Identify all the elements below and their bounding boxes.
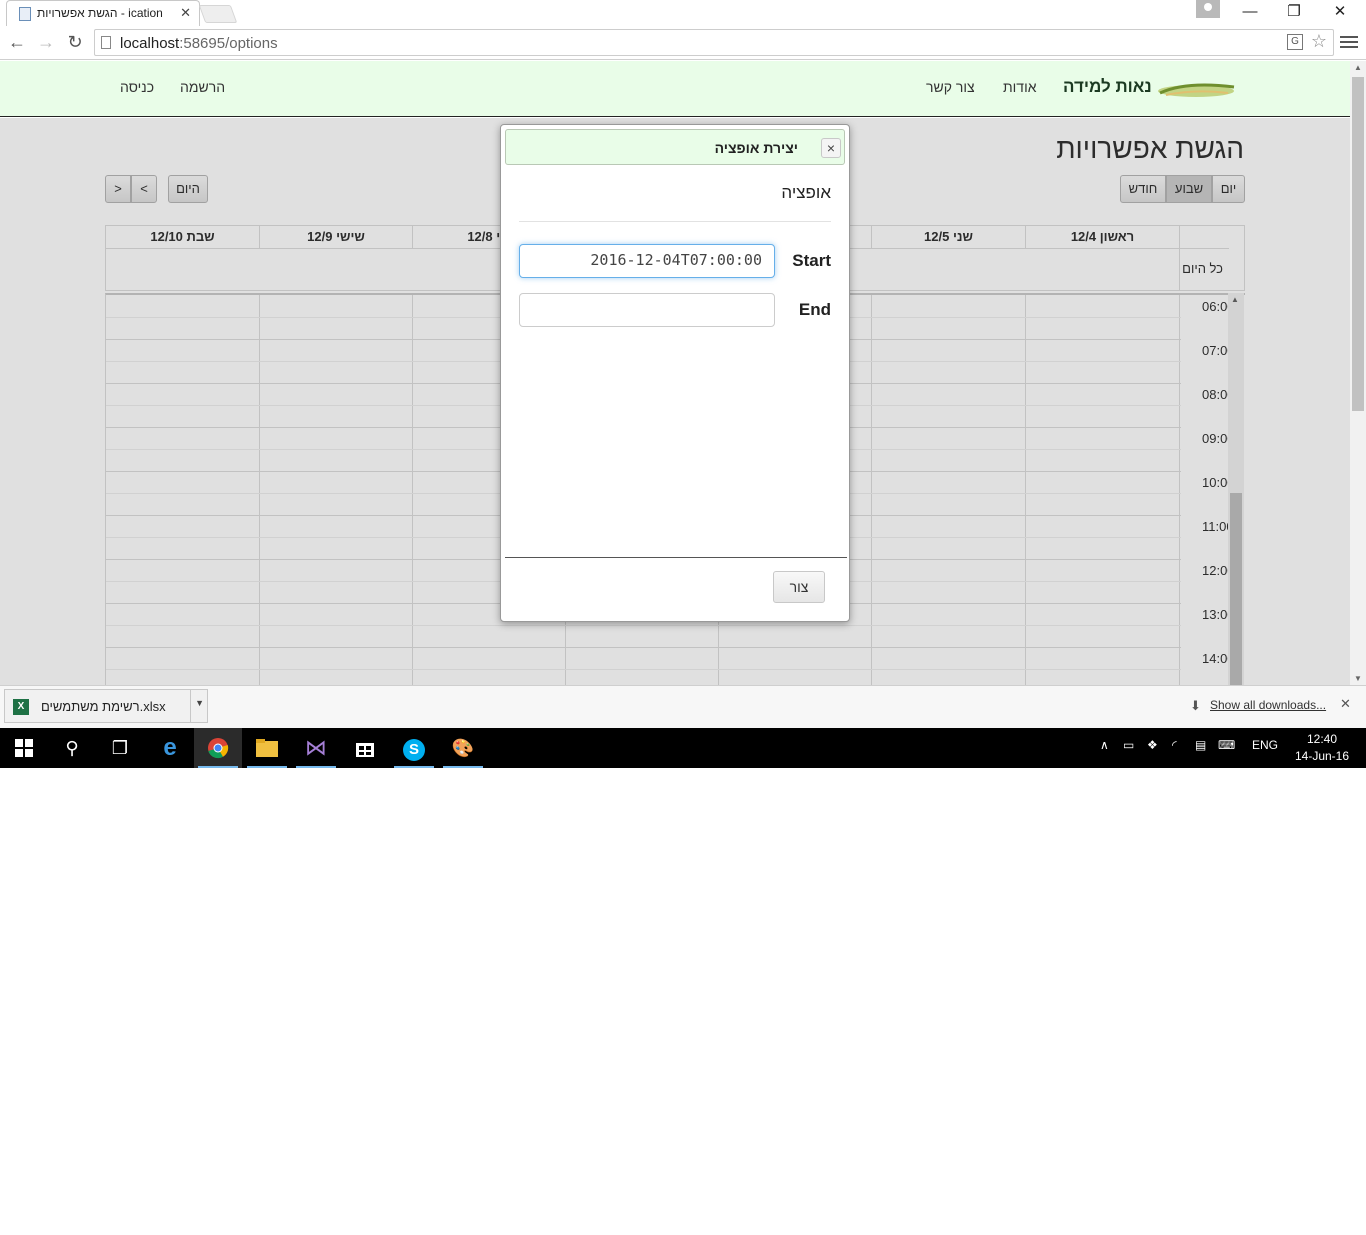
profile-icon[interactable] [1196,0,1220,18]
skype-icon[interactable]: S [390,728,438,768]
language-indicator[interactable]: ENG [1252,738,1278,752]
download-arrow-icon: ⬇ [1190,698,1201,713]
browser-tab[interactable]: הגשת אפשרויות - ication ✕ [6,0,200,26]
keyboard-icon[interactable]: ⌨ [1218,738,1235,752]
window-close-button[interactable]: ✕ [1318,2,1362,22]
start-input[interactable]: 2016-12-04T07:00:00 [519,244,775,278]
start-icon[interactable] [0,728,48,768]
page-scroll-thumb[interactable] [1352,77,1364,411]
start-label: Start [792,251,831,270]
end-input[interactable] [519,293,775,327]
create-button[interactable]: צור [773,571,825,603]
tab-title: הגשת אפשרויות - ication [37,6,163,20]
excel-file-icon: X [13,699,29,715]
minimize-button[interactable]: — [1228,2,1272,22]
back-icon[interactable]: ← [5,30,29,54]
scroll-down-icon[interactable]: ▼ [1354,674,1362,683]
store-icon[interactable] [341,728,389,768]
new-tab-button[interactable] [198,5,238,23]
dialog-close-icon[interactable]: × [821,138,841,158]
notifications-icon[interactable]: ▤ [1195,738,1206,752]
clock-time: 12:40 [1306,732,1338,746]
clock-date: 14-Jun-16 [1294,749,1350,763]
wifi-icon[interactable]: ◜ [1172,738,1177,752]
bookmark-star-icon[interactable]: ☆ [1311,31,1327,52]
show-all-downloads-link[interactable]: Show all downloads... [1210,698,1326,712]
nav-link-contact[interactable]: צור קשר [926,79,975,95]
nav-link-about[interactable]: אודות [1003,79,1037,95]
reload-icon[interactable]: ↻ [63,30,87,54]
edge-icon[interactable]: e [146,728,194,768]
tray-chevron-icon[interactable]: ∧ [1100,738,1109,752]
chrome-icon[interactable] [194,728,242,768]
nav-link-register[interactable]: הרשמה [180,79,225,95]
site-logo-icon[interactable] [1156,79,1236,101]
site-brand[interactable]: נאות למידה [1063,77,1152,97]
taskbar-clock[interactable]: 12:40 14-Jun-16 [1292,731,1352,765]
site-navbar: נאות למידה אודות צור קשר הרשמה כניסה [0,61,1350,117]
address-bar[interactable]: localhost:58695/options G ☆ [94,29,1334,56]
nav-link-login[interactable]: כניסה [120,79,154,95]
browser-menu-icon[interactable] [1340,33,1358,51]
page-icon [101,36,111,49]
task-view-icon[interactable]: ❐ [96,728,144,768]
page-scrollbar[interactable]: ▲ ▼ [1350,61,1366,685]
address-url: localhost:58695/options [120,35,278,52]
paint-icon[interactable]: 🎨 [439,728,487,768]
download-menu-chevron-icon[interactable]: ▼ [195,698,204,708]
end-label: End [798,300,831,319]
scroll-up-icon[interactable]: ▲ [1354,63,1362,72]
dialog-divider [519,221,831,222]
translate-icon[interactable]: G [1287,34,1303,50]
restore-button[interactable]: ❐ [1272,2,1316,22]
dialog-title: יצירת אופציה [714,140,798,156]
dropbox-icon[interactable]: ❖ [1147,738,1158,752]
create-option-dialog: × יצירת אופציה אופציה Start 2016-12-04T0… [500,124,850,622]
page-favicon-icon [19,7,31,21]
file-explorer-icon[interactable] [243,728,291,768]
visual-studio-icon[interactable]: ⋈ [292,728,340,768]
download-item[interactable]: X רשימת משתמשים.xlsx ▼ [4,689,208,723]
battery-icon[interactable]: ▭ [1123,738,1134,752]
download-divider [190,690,191,722]
download-filename: רשימת משתמשים.xlsx [41,699,166,714]
downloads-close-icon[interactable]: ✕ [1340,696,1351,712]
dialog-heading: אופציה [781,183,831,202]
dialog-header: × יצירת אופציה [505,129,845,165]
forward-icon[interactable]: → [34,30,58,54]
search-icon[interactable]: ⚲ [48,728,96,768]
tab-close-icon[interactable]: ✕ [180,5,191,21]
dialog-footer-divider [505,557,847,558]
